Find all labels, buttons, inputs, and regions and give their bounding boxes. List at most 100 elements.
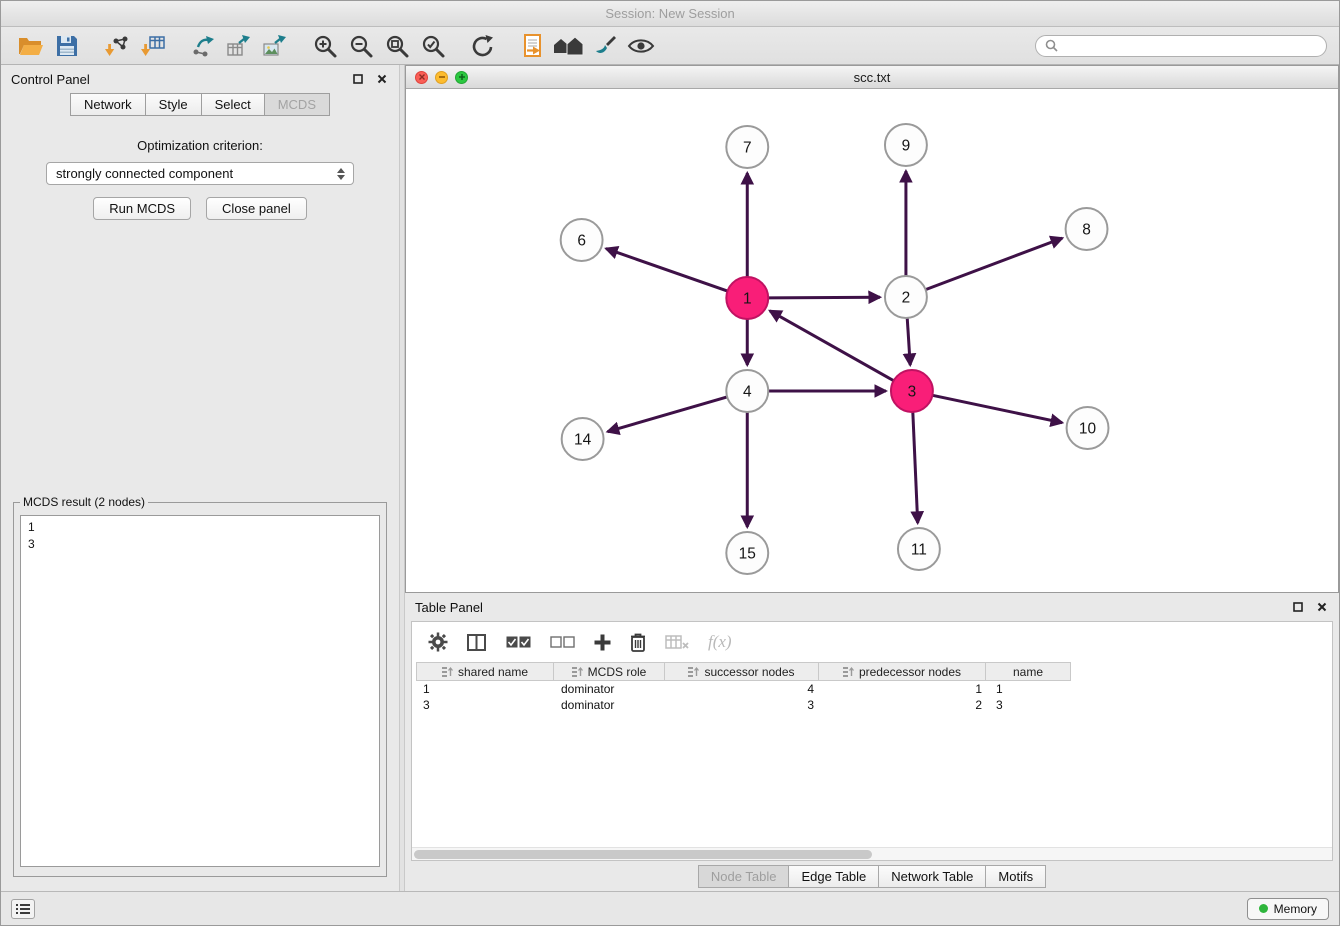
graph-edge-2-8[interactable]	[926, 238, 1063, 290]
cell-predecessor-nodes[interactable]: 1	[821, 682, 989, 696]
tab-node-table[interactable]: Node Table	[698, 865, 790, 888]
column-visibility-button[interactable]	[467, 634, 487, 651]
network-canvas[interactable]: 7968124314101511	[406, 89, 1338, 592]
scrollbar-thumb[interactable]	[414, 850, 872, 859]
save-session-button[interactable]	[49, 30, 85, 62]
zoom-fit-button[interactable]	[379, 30, 415, 62]
select-all-rows-button[interactable]	[506, 636, 531, 649]
application-window: Session: New Session	[0, 0, 1340, 926]
graph-node-label-4: 4	[743, 383, 752, 400]
add-column-button[interactable]	[594, 634, 611, 651]
search-icon	[1045, 39, 1058, 52]
home-button[interactable]	[551, 30, 587, 62]
columns-icon	[467, 634, 487, 651]
close-panel-action-button[interactable]: Close panel	[206, 197, 307, 220]
graph-edge-4-14[interactable]	[608, 397, 728, 432]
cell-predecessor-nodes[interactable]: 2	[821, 698, 989, 712]
node-table-container: f(x) shared name MCDS role	[411, 621, 1333, 861]
import-network-icon	[104, 34, 130, 58]
float-panel-button[interactable]	[351, 72, 365, 86]
table-row[interactable]: 1 dominator 4 1 1	[416, 681, 1332, 697]
optimization-criterion-label: Optimization criterion:	[137, 138, 263, 153]
show-details-button[interactable]	[623, 30, 659, 62]
cell-successor-nodes[interactable]: 4	[666, 682, 821, 696]
graph-edge-3-10[interactable]	[932, 395, 1062, 422]
function-builder-button: f(x)	[708, 632, 732, 652]
list-icon	[16, 903, 30, 915]
style-brush-button[interactable]	[587, 30, 623, 62]
criterion-dropdown[interactable]: strongly connected component	[46, 162, 354, 185]
import-table-button[interactable]	[135, 30, 171, 62]
cell-name[interactable]: 1	[989, 682, 1075, 696]
table-settings-button[interactable]	[428, 632, 448, 652]
minimize-window-button[interactable]	[435, 71, 448, 84]
cell-name[interactable]: 3	[989, 698, 1075, 712]
maximize-window-button[interactable]	[455, 71, 468, 84]
refresh-button[interactable]	[465, 30, 501, 62]
column-header-successor-nodes[interactable]: successor nodes	[664, 662, 819, 681]
close-table-panel-button[interactable]	[1315, 600, 1329, 614]
tab-style[interactable]: Style	[146, 93, 202, 116]
close-icon	[377, 74, 387, 84]
zoom-out-button[interactable]	[343, 30, 379, 62]
network-graph[interactable]: 7968124314101511	[406, 89, 1338, 592]
delete-column-button[interactable]	[630, 632, 646, 652]
tab-motifs[interactable]: Motifs	[986, 865, 1046, 888]
graph-edge-3-1[interactable]	[770, 311, 894, 381]
zoom-in-button[interactable]	[307, 30, 343, 62]
node-table: shared name MCDS role successor nodes	[416, 662, 1332, 713]
graph-node-label-10: 10	[1079, 420, 1096, 437]
column-header-predecessor-nodes[interactable]: predecessor nodes	[818, 662, 986, 681]
graph-node-label-1: 1	[743, 290, 752, 307]
mcds-result-list[interactable]: 1 3	[20, 515, 380, 867]
graph-node-label-11: 11	[911, 541, 927, 558]
open-folder-icon	[18, 35, 44, 57]
export-image-button[interactable]	[257, 30, 293, 62]
mcds-panel-body: Optimization criterion: strongly connect…	[1, 116, 399, 891]
deselect-all-checkboxes-icon	[550, 636, 575, 649]
cell-shared-name[interactable]: 1	[416, 682, 554, 696]
run-mcds-button[interactable]: Run MCDS	[93, 197, 191, 220]
cell-mcds-role[interactable]: dominator	[554, 698, 666, 712]
task-history-button[interactable]	[11, 899, 35, 919]
delete-table-button	[665, 634, 689, 650]
tab-network-table[interactable]: Network Table	[879, 865, 986, 888]
status-bar: Memory	[1, 891, 1339, 925]
page-share-button[interactable]	[515, 30, 551, 62]
close-window-button[interactable]	[415, 71, 428, 84]
graph-edge-3-11[interactable]	[913, 412, 918, 523]
export-table-button[interactable]	[221, 30, 257, 62]
cell-shared-name[interactable]: 3	[416, 698, 554, 712]
float-window-icon	[1293, 602, 1303, 612]
cell-mcds-role[interactable]: dominator	[554, 682, 666, 696]
tab-select[interactable]: Select	[202, 93, 265, 116]
column-header-shared-name[interactable]: shared name	[416, 662, 554, 681]
memory-button[interactable]: Memory	[1247, 898, 1329, 920]
open-session-button[interactable]	[13, 30, 49, 62]
cell-successor-nodes[interactable]: 3	[666, 698, 821, 712]
graph-edge-2-3[interactable]	[907, 318, 910, 365]
tab-network[interactable]: Network	[70, 93, 146, 116]
column-header-name[interactable]: name	[985, 662, 1071, 681]
tab-mcds[interactable]: MCDS	[265, 93, 330, 116]
save-floppy-icon	[56, 35, 78, 57]
import-network-button[interactable]	[99, 30, 135, 62]
float-window-icon	[353, 74, 363, 84]
zoom-selected-button[interactable]	[415, 30, 451, 62]
graph-edge-1-2[interactable]	[768, 297, 880, 298]
table-horizontal-scrollbar[interactable]	[412, 847, 1332, 860]
maximize-window-icon	[458, 73, 466, 81]
float-table-panel-button[interactable]	[1291, 600, 1305, 614]
table-row[interactable]: 3 dominator 3 2 3	[416, 697, 1332, 713]
export-table-icon	[226, 34, 252, 58]
deselect-all-rows-button[interactable]	[550, 636, 575, 649]
graph-node-label-8: 8	[1082, 221, 1091, 238]
close-panel-button[interactable]	[375, 72, 389, 86]
tab-edge-table[interactable]: Edge Table	[789, 865, 879, 888]
export-network-button[interactable]	[185, 30, 221, 62]
control-panel-header: Control Panel	[1, 65, 399, 93]
graph-edge-1-6[interactable]	[606, 249, 727, 292]
table-toolbar: f(x)	[412, 622, 1332, 662]
search-input[interactable]	[1063, 39, 1317, 53]
column-header-mcds-role[interactable]: MCDS role	[553, 662, 665, 681]
